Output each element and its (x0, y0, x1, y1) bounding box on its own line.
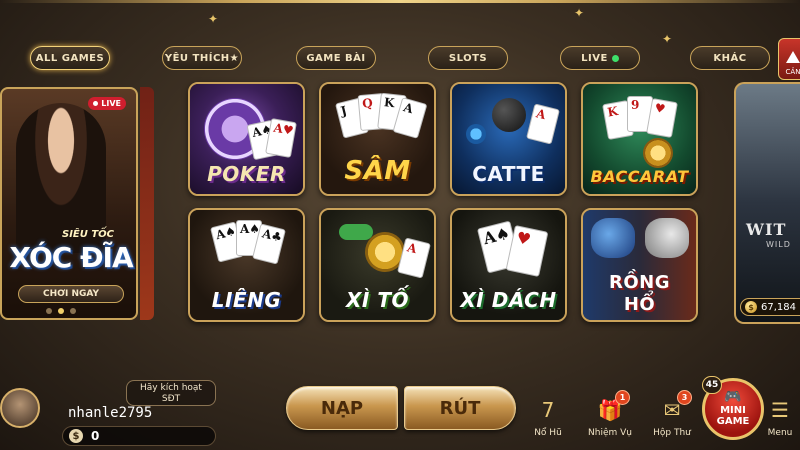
game-tile-catte[interactable]: A CATTE (450, 82, 567, 196)
carousel-dot[interactable] (70, 308, 76, 314)
poker-chip-icon (466, 124, 486, 144)
tiger-icon (645, 218, 689, 258)
carousel-dot[interactable] (46, 308, 52, 314)
activate-phone-button[interactable]: Hãy kích hoạt SĐT (126, 380, 216, 406)
poker-chip-icon (643, 138, 673, 168)
tab-card-games[interactable]: GAME BÀI (296, 46, 376, 70)
game-tile-witcher[interactable]: WIT WILD $ 67,184 (734, 82, 800, 324)
tab-all-games[interactable]: ALL GAMES (30, 46, 110, 70)
game-label: CATTE (472, 162, 545, 186)
nav-missions[interactable]: 🎁 1 Nhiệm Vụ (586, 390, 634, 446)
sparkle-icon: ✦ (574, 6, 585, 20)
warning-icon (786, 51, 800, 63)
minigame-badge: 45 (702, 376, 722, 394)
live-dot-icon (93, 101, 99, 106)
username: nhanle2795 (68, 405, 153, 421)
game-sublabel: WILD (766, 240, 791, 249)
game-label: LIÊNG (211, 288, 282, 312)
slot-777-icon: 7 (541, 398, 555, 422)
next-featured-peek[interactable] (140, 87, 154, 320)
jackpot-display: $ 67,184 (740, 298, 800, 316)
game-tile-lieng[interactable]: A♠ A♠ A♣ LIÊNG (188, 208, 305, 322)
game-label: RỒNG HỔ (608, 272, 670, 315)
balance-display: $ 0 (62, 426, 216, 446)
dragon-icon (591, 218, 635, 258)
featured-title: XÓC ĐĨA (9, 241, 133, 274)
coin-icon: $ (745, 301, 757, 313)
notification-badge: 1 (615, 390, 630, 405)
live-badge: LIVE (88, 97, 126, 110)
balance-value: 0 (91, 429, 100, 443)
game-tile-xi-dach[interactable]: A♠ ♥ XÌ DÁCH (450, 208, 567, 322)
bottom-bar: Hãy kích hoạt SĐT nhanle2795 $ 0 NẠP RÚT… (0, 372, 800, 450)
nav-menu[interactable]: ☰ Menu (760, 396, 800, 446)
nav-jackpot[interactable]: 7 Nổ Hũ (524, 396, 572, 446)
tab-favorites[interactable]: YÊU THÍCH★ (162, 46, 242, 70)
tab-live[interactable]: LIVE (560, 46, 640, 70)
nav-mailbox[interactable]: ✉ 3 Hộp Thư (648, 390, 696, 446)
featured-game-card[interactable]: LIVE SIÊU TỐC XÓC ĐĨA CHƠI NGAY (0, 87, 138, 320)
carousel-dots (46, 308, 76, 314)
chip-stack-icon (339, 224, 373, 240)
dollar-icon: $ (69, 429, 83, 443)
corner-button[interactable]: CẢN (778, 38, 800, 80)
game-label: POKER (207, 162, 286, 186)
tab-slots[interactable]: SLOTS (428, 46, 508, 70)
notification-badge: 3 (677, 390, 692, 405)
top-gold-line (0, 0, 800, 3)
game-label: BACCARAT (590, 167, 689, 186)
game-label: WIT (746, 220, 787, 239)
game-tile-xi-to[interactable]: A XÌ TỐ (319, 208, 436, 322)
category-tabs: ALL GAMES YÊU THÍCH★ GAME BÀI SLOTS LIVE… (0, 46, 800, 72)
game-label: XÌ DÁCH (460, 288, 557, 312)
sparkle-icon: ✦ (662, 32, 673, 46)
deposit-button[interactable]: NẠP (286, 386, 398, 430)
game-label: XÌ TỐ (346, 288, 409, 312)
play-now-button[interactable]: CHƠI NGAY (18, 285, 124, 303)
menu-icon: ☰ (771, 398, 789, 422)
withdraw-button[interactable]: RÚT (404, 386, 516, 430)
carousel-dot[interactable] (58, 308, 64, 314)
avatar[interactable] (0, 388, 40, 428)
sparkle-icon: ✦ (208, 12, 219, 26)
bomb-icon (492, 98, 526, 132)
game-tile-poker[interactable]: A♠ A♥ POKER (188, 82, 305, 196)
game-tile-sam[interactable]: J Q K A SÂM (319, 82, 436, 196)
game-tile-baccarat[interactable]: K 9 ♥ BACCARAT (581, 82, 698, 196)
game-label: SÂM (344, 156, 411, 186)
tab-other[interactable]: KHÁC (690, 46, 770, 70)
live-indicator-icon (611, 54, 619, 62)
gamepad-icon: 🎮 (724, 388, 742, 405)
game-tile-rong-ho[interactable]: RỒNG HỔ (581, 208, 698, 322)
featured-subtitle: SIÊU TỐC (62, 229, 115, 240)
